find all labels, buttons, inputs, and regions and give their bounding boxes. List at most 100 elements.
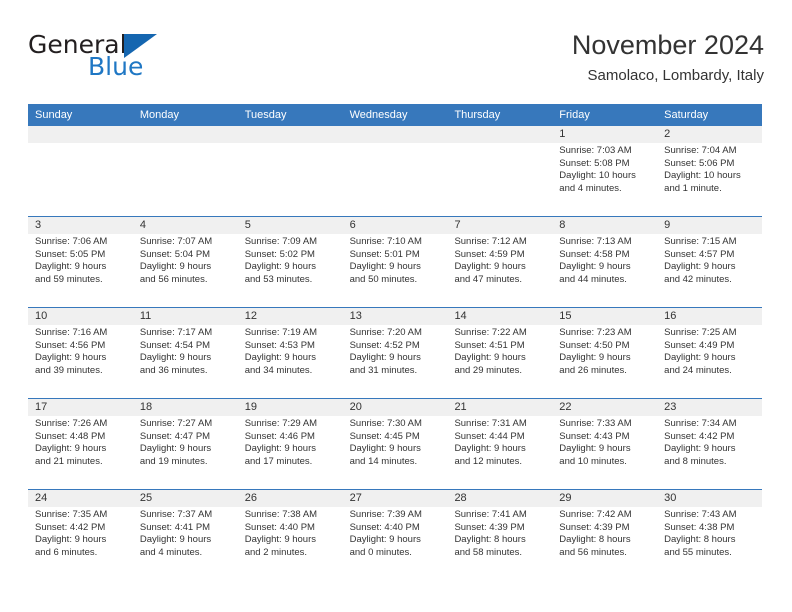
- day-detail-line: and 36 minutes.: [139, 364, 208, 376]
- weekday-header-tuesday: Tuesday: [244, 109, 287, 121]
- day-cell[interactable]: 28 Sunrise: 7:41 AM Sunset: 4:39 PM Dayligh…: [447, 490, 553, 580]
- day-details: Sunrise: 7:07 AM Sunset: 5:04 PM Daylight:…: [133, 234, 238, 286]
- day-detail-line: Sunrise: 7:07 AM: [139, 236, 213, 247]
- day-cell[interactable]: 12 Sunrise: 7:19 AM Sunset: 4:53 PM Dayligh…: [237, 308, 343, 398]
- day-detail-line: Sunset: 4:42 PM: [35, 521, 106, 533]
- general-blue-logo[interactable]: General Blue: [28, 32, 258, 88]
- day-cell[interactable]: 7 Sunrise: 7:12 AM Sunset: 4:59 PM Daylight…: [447, 217, 553, 307]
- day-detail-line: Daylight: 9 hours: [349, 534, 421, 546]
- day-cell[interactable]: 8 Sunrise: 7:13 AM Sunset: 4:58 PM Daylight…: [552, 217, 658, 307]
- day-detail-line: Sunrise: 7:33 AM: [559, 418, 632, 429]
- day-detail-line: Sunset: 4:50 PM: [559, 339, 630, 351]
- week-row: 3 Sunrise: 7:06 AM Sunset: 5:05 PM Daylight…: [28, 216, 763, 307]
- day-cell[interactable]: 22 Sunrise: 7:33 AM Sunset: 4:43 PM Dayligh…: [552, 399, 658, 489]
- day-detail-line: Daylight: 9 hours: [454, 352, 526, 364]
- calendar-weeks: 1 Sunrise: 7:03 AM Sunset: 5:08 PM Daylight…: [28, 126, 763, 580]
- day-cell[interactable]: 24 Sunrise: 7:35 AM Sunset: 4:42 PM Dayligh…: [28, 490, 133, 580]
- day-details: Sunrise: 7:03 AM Sunset: 5:08 PM Daylight:…: [552, 143, 657, 195]
- day-detail-line: Sunrise: 7:19 AM: [244, 327, 318, 338]
- day-details: Sunrise: 7:16 AM Sunset: 4:56 PM Daylight:…: [28, 325, 133, 377]
- day-detail-line: Daylight: 9 hours: [559, 352, 631, 364]
- day-cell[interactable]: 14 Sunrise: 7:22 AM Sunset: 4:51 PM Dayligh…: [447, 308, 553, 398]
- day-cell[interactable]: 29 Sunrise: 7:42 AM Sunset: 4:39 PM Dayligh…: [552, 490, 658, 580]
- day-detail-line: Sunset: 4:41 PM: [139, 521, 211, 533]
- day-number: 23: [657, 399, 763, 416]
- day-detail-line: Daylight: 8 hours: [664, 534, 736, 546]
- day-number: 15: [552, 308, 658, 325]
- day-detail-line: Sunrise: 7:13 AM: [559, 236, 632, 247]
- day-cell[interactable]: 25 Sunrise: 7:37 AM Sunset: 4:41 PM Dayligh…: [132, 490, 238, 580]
- day-cell[interactable]: 3 Sunrise: 7:06 AM Sunset: 5:05 PM Daylight…: [28, 217, 133, 307]
- day-cell[interactable]: 4 Sunrise: 7:07 AM Sunset: 5:04 PM Daylight…: [132, 217, 238, 307]
- day-cell[interactable]: 5 Sunrise: 7:09 AM Sunset: 5:02 PM Daylight…: [237, 217, 343, 307]
- day-cell[interactable]: 16 Sunrise: 7:25 AM Sunset: 4:49 PM Dayligh…: [657, 308, 763, 398]
- day-cell[interactable]: 13 Sunrise: 7:20 AM Sunset: 4:52 PM Dayligh…: [342, 308, 448, 398]
- day-detail-line: and 1 minute.: [664, 182, 722, 194]
- day-cell[interactable]: 30 Sunrise: 7:43 AM Sunset: 4:38 PM Dayligh…: [657, 490, 763, 580]
- day-detail-line: Sunrise: 7:37 AM: [139, 509, 213, 520]
- calendar-grid: Sunday Monday Tuesday Wednesday Thursday Frid…: [28, 104, 763, 580]
- day-detail-line: and 26 minutes.: [559, 364, 627, 376]
- day-cell[interactable]: 20 Sunrise: 7:30 AM Sunset: 4:45 PM Dayligh…: [342, 399, 448, 489]
- day-number: 8: [552, 217, 658, 234]
- week-row: 17 Sunrise: 7:26 AM Sunset: 4:48 PM Dayligh…: [28, 398, 763, 489]
- day-detail-line: Sunset: 4:58 PM: [559, 248, 630, 260]
- day-detail-line: Sunrise: 7:42 AM: [559, 509, 632, 520]
- weekday-header-row: Sunday Monday Tuesday Wednesday Thursday Frid…: [28, 104, 762, 126]
- calendar-page: General Blue November 2024 Samolaco, Lom…: [0, 0, 792, 612]
- day-number: [447, 126, 553, 143]
- day-detail-line: and 31 minutes.: [349, 364, 418, 376]
- day-number: 10: [28, 308, 133, 325]
- day-number: 14: [447, 308, 553, 325]
- day-details: Sunrise: 7:09 AM Sunset: 5:02 PM Daylight:…: [238, 234, 343, 286]
- day-number: 26: [237, 490, 343, 507]
- page-header: General Blue November 2024 Samolaco, Lom…: [28, 28, 764, 98]
- day-number: 16: [657, 308, 763, 325]
- day-details: Sunrise: 7:41 AM Sunset: 4:39 PM Daylight:…: [447, 507, 552, 559]
- day-details: Sunrise: 7:20 AM Sunset: 4:52 PM Daylight:…: [343, 325, 448, 377]
- day-detail-line: Sunrise: 7:15 AM: [664, 236, 737, 247]
- day-detail-line: Daylight: 9 hours: [559, 443, 631, 455]
- day-detail-line: Daylight: 9 hours: [35, 443, 107, 455]
- day-detail-line: and 42 minutes.: [664, 273, 732, 285]
- page-title: November 2024: [571, 30, 764, 60]
- day-cell[interactable]: 27 Sunrise: 7:39 AM Sunset: 4:40 PM Dayligh…: [342, 490, 448, 580]
- day-detail-line: Sunset: 4:47 PM: [139, 430, 211, 442]
- day-number: 4: [132, 217, 238, 234]
- day-cell[interactable]: 18 Sunrise: 7:27 AM Sunset: 4:47 PM Dayligh…: [132, 399, 238, 489]
- day-cell[interactable]: 23 Sunrise: 7:34 AM Sunset: 4:42 PM Dayligh…: [657, 399, 763, 489]
- day-detail-line: Daylight: 9 hours: [244, 443, 317, 455]
- day-detail-line: and 17 minutes.: [244, 455, 313, 467]
- day-detail-line: Sunset: 4:40 PM: [244, 521, 315, 533]
- day-cell[interactable]: 17 Sunrise: 7:26 AM Sunset: 4:48 PM Dayligh…: [28, 399, 133, 489]
- day-cell[interactable]: 1 Sunrise: 7:03 AM Sunset: 5:08 PM Daylight…: [552, 126, 658, 216]
- day-cell[interactable]: 2 Sunrise: 7:04 AM Sunset: 5:06 PM Daylight…: [657, 126, 763, 216]
- day-detail-line: Daylight: 9 hours: [664, 443, 736, 455]
- day-detail-line: Sunset: 4:40 PM: [349, 521, 420, 533]
- day-cell[interactable]: 9 Sunrise: 7:15 AM Sunset: 4:57 PM Daylight…: [657, 217, 763, 307]
- day-cell[interactable]: 19 Sunrise: 7:29 AM Sunset: 4:46 PM Dayligh…: [237, 399, 343, 489]
- day-cell[interactable]: 10 Sunrise: 7:16 AM Sunset: 4:56 PM Dayligh…: [28, 308, 133, 398]
- day-details: Sunrise: 7:23 AM Sunset: 4:50 PM Daylight:…: [552, 325, 657, 377]
- day-number: 13: [342, 308, 448, 325]
- day-detail-line: Daylight: 9 hours: [454, 261, 526, 273]
- day-detail-line: Daylight: 9 hours: [35, 352, 107, 364]
- day-number: [342, 126, 448, 143]
- day-detail-line: Daylight: 9 hours: [664, 352, 736, 364]
- day-detail-line: Sunrise: 7:22 AM: [454, 327, 527, 338]
- day-cell[interactable]: 26 Sunrise: 7:38 AM Sunset: 4:40 PM Dayligh…: [237, 490, 343, 580]
- day-cell[interactable]: 6 Sunrise: 7:10 AM Sunset: 5:01 PM Daylight…: [342, 217, 448, 307]
- day-number: 2: [657, 126, 763, 143]
- day-detail-line: Daylight: 9 hours: [559, 261, 631, 273]
- day-detail-line: Sunset: 4:39 PM: [559, 521, 630, 533]
- day-cell[interactable]: 15 Sunrise: 7:23 AM Sunset: 4:50 PM Dayligh…: [552, 308, 658, 398]
- day-details: [28, 143, 133, 145]
- day-cell[interactable]: 21 Sunrise: 7:31 AM Sunset: 4:44 PM Dayligh…: [447, 399, 553, 489]
- day-number: 30: [657, 490, 763, 507]
- day-detail-line: Sunset: 4:38 PM: [664, 521, 735, 533]
- day-cell[interactable]: 11 Sunrise: 7:17 AM Sunset: 4:54 PM Dayligh…: [132, 308, 238, 398]
- day-number: 6: [342, 217, 448, 234]
- day-number: [132, 126, 238, 143]
- day-detail-line: and 50 minutes.: [349, 273, 418, 285]
- day-detail-line: Daylight: 9 hours: [244, 534, 317, 546]
